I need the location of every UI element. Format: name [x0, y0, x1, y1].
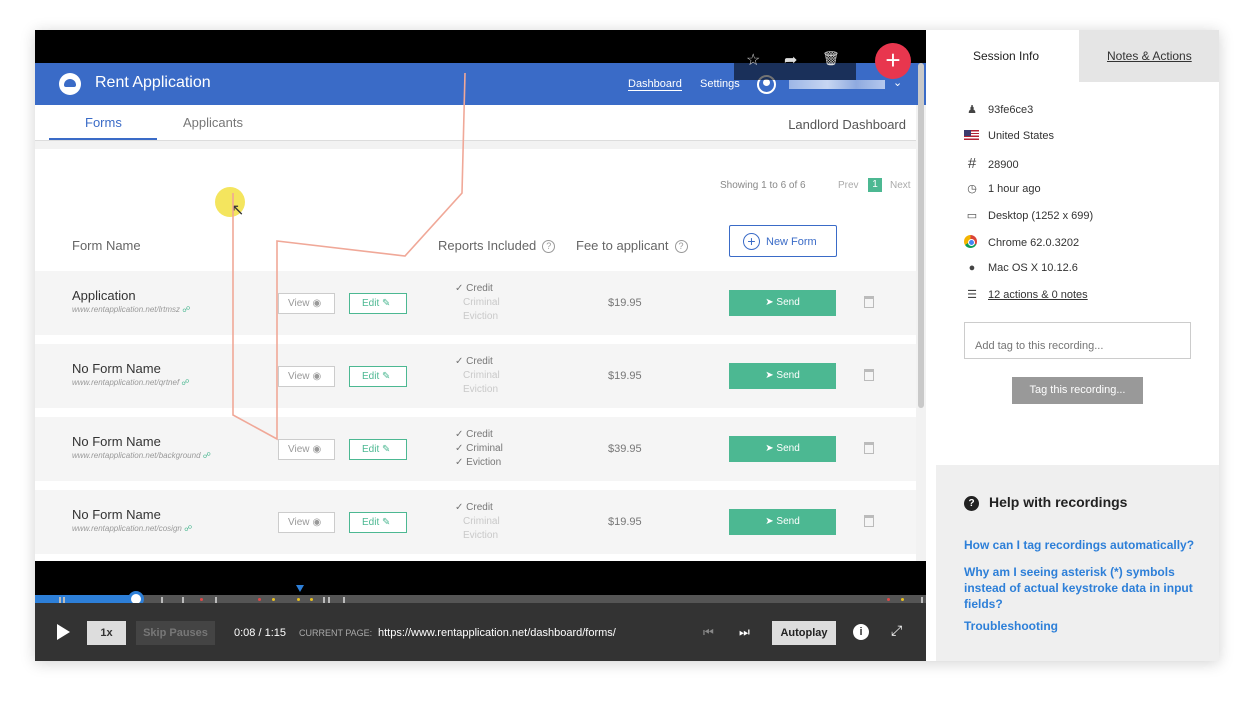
- os: Mac OS X 10.12.6: [988, 262, 1078, 274]
- timeline-event: [200, 598, 203, 601]
- play-icon[interactable]: [57, 624, 70, 640]
- timeline-event: [258, 598, 261, 601]
- help-section: ? Help with recordings How can I tag reco…: [936, 465, 1219, 661]
- clock-icon: ◷: [967, 183, 977, 195]
- autoplay-button[interactable]: Autoplay: [772, 621, 836, 645]
- video-player[interactable]: Rent Application Dashboard Settings ⌄ Fo…: [35, 30, 926, 661]
- timeline-progress: [35, 595, 133, 603]
- tab-session-info[interactable]: Session Info: [936, 30, 1079, 82]
- playback-time: 0:08 / 1:15: [234, 627, 286, 639]
- speed-button[interactable]: 1x: [87, 621, 126, 645]
- timeline-event: [887, 598, 890, 601]
- session-number: #28900: [964, 155, 1019, 172]
- recording-toolbar: ☆ ➦ 🗑: [734, 46, 856, 80]
- help-link-tagging[interactable]: How can I tag recordings automatically?: [964, 537, 1199, 553]
- chrome-icon: [964, 235, 977, 248]
- tag-input[interactable]: [964, 322, 1191, 359]
- apple-icon: ●: [968, 262, 976, 274]
- session-user: ♟ 93fe6ce3: [964, 103, 1033, 116]
- flag-icon: [964, 130, 979, 140]
- session-device: ▭ Desktop (1252 x 699): [964, 209, 1093, 222]
- tab-notes-actions[interactable]: Notes & Actions: [1079, 30, 1219, 82]
- timeline-event: [310, 598, 313, 601]
- next-recording-icon[interactable]: ⏭: [739, 625, 750, 640]
- session-browser: Chrome 62.0.3202: [964, 235, 1079, 249]
- star-icon[interactable]: ☆: [746, 50, 760, 70]
- browser: Chrome 62.0.3202: [988, 237, 1080, 249]
- user-id: 93fe6ce3: [988, 104, 1034, 116]
- hash-icon: #: [967, 155, 977, 172]
- session-panel: Session Info Notes & Actions ♟ 93fe6ce3 U…: [936, 30, 1219, 661]
- info-icon[interactable]: i: [853, 624, 869, 640]
- desktop-icon: ▭: [966, 210, 978, 222]
- plus-icon: +: [885, 45, 901, 75]
- add-button[interactable]: +: [875, 43, 911, 79]
- time-ago: 1 hour ago: [988, 183, 1041, 195]
- trash-icon[interactable]: 🗑: [822, 50, 840, 67]
- actions-link[interactable]: 12 actions & 0 notes: [988, 289, 1088, 301]
- current-page-label: CURRENT PAGE:: [299, 628, 373, 638]
- list-icon: ☰: [967, 289, 977, 301]
- previous-recording-icon[interactable]: ⏮: [703, 625, 714, 640]
- scrollbar[interactable]: [918, 63, 924, 408]
- help-title: ? Help with recordings: [964, 494, 1127, 511]
- timeline-event: [272, 598, 275, 601]
- session-actions[interactable]: ☰ 12 actions & 0 notes: [964, 288, 1088, 301]
- timeline-event: [297, 598, 300, 601]
- help-link-troubleshooting[interactable]: Troubleshooting: [964, 618, 1199, 634]
- skip-pauses-button[interactable]: Skip Pauses: [136, 621, 215, 645]
- help-link-asterisk[interactable]: Why am I seeing asterisk (*) symbols ins…: [964, 564, 1199, 612]
- timeline-event: [901, 598, 904, 601]
- session-os: ● Mac OS X 10.12.6: [964, 262, 1078, 274]
- current-page-url: https://www.rentapplication.net/dashboar…: [378, 627, 616, 639]
- mouse-trail: [232, 72, 466, 441]
- country: United States: [988, 130, 1055, 142]
- session-country: United States: [964, 130, 1054, 142]
- session-number-value: 28900: [988, 159, 1019, 171]
- share-icon[interactable]: ➦: [784, 50, 797, 70]
- help-title-text: Help with recordings: [989, 494, 1128, 510]
- tag-recording-button[interactable]: Tag this recording...: [1012, 377, 1143, 404]
- user-icon: ♟: [967, 104, 977, 116]
- player-controls: 1x Skip Pauses 0:08 / 1:15 CURRENT PAGE:…: [35, 603, 926, 661]
- device: Desktop (1252 x 699): [988, 210, 1094, 222]
- recording-viewer: Rent Application Dashboard Settings ⌄ Fo…: [35, 30, 1219, 661]
- timeline[interactable]: [35, 595, 926, 603]
- help-icon: ?: [964, 496, 979, 511]
- recorded-page: Rent Application Dashboard Settings ⌄ Fo…: [35, 63, 926, 561]
- session-time: ◷ 1 hour ago: [964, 182, 1041, 195]
- fullscreen-icon[interactable]: ⤢: [891, 622, 902, 639]
- timeline-marker: [296, 585, 304, 592]
